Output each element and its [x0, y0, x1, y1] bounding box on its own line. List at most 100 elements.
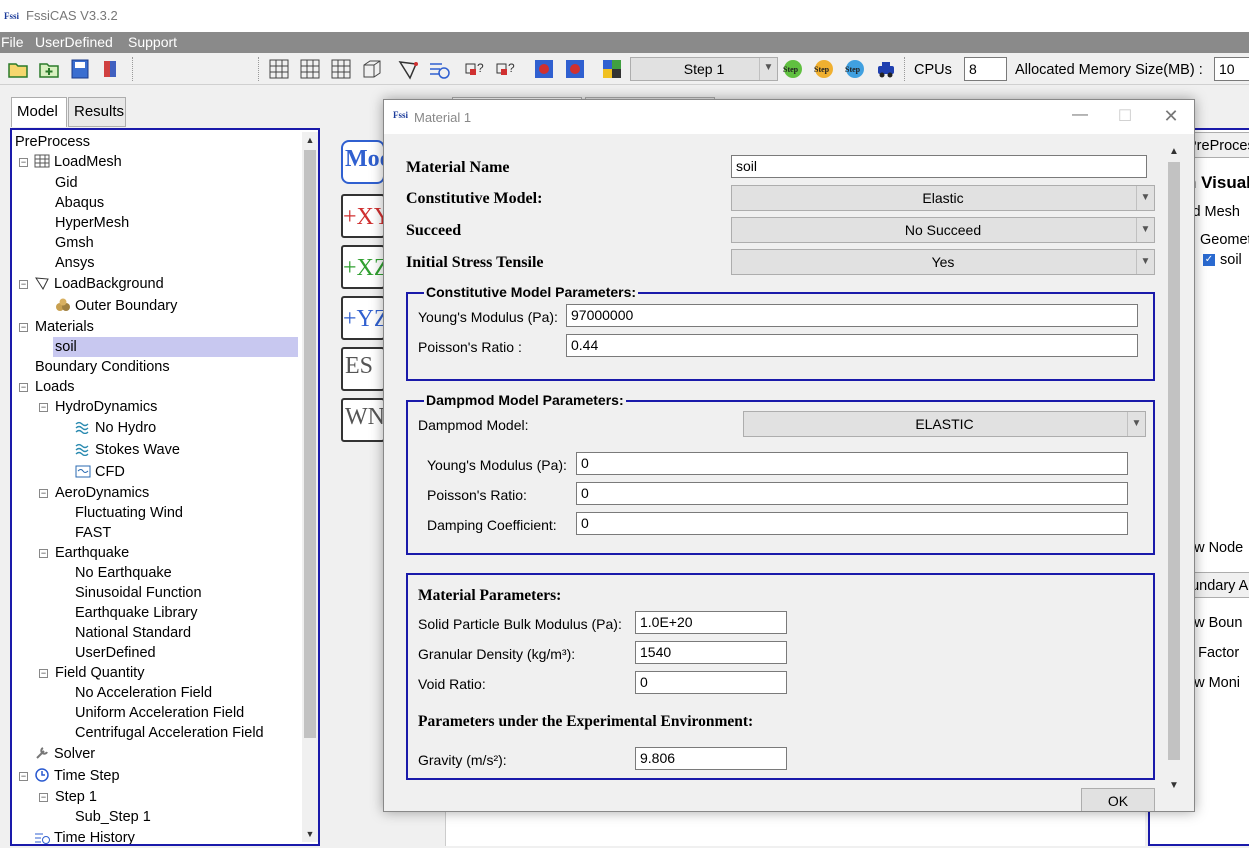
tree-mesh-abaqus[interactable]: Abaqus	[55, 193, 104, 213]
new-folder-icon[interactable]	[38, 58, 60, 80]
damp-poisson-input[interactable]: 0	[576, 482, 1128, 505]
expand-toggle[interactable]: −	[19, 280, 28, 289]
damp-youngs-input[interactable]: 0	[576, 452, 1128, 475]
timeline-icon[interactable]	[428, 58, 450, 80]
grid-icon-2[interactable]	[299, 58, 321, 80]
soil-checkbox[interactable]: ✓	[1203, 254, 1215, 266]
tree-boundary-conditions[interactable]: Boundary Conditions	[35, 357, 170, 377]
tree-time-history[interactable]: Time History	[34, 828, 135, 844]
tree-earthquake[interactable]: Earthquake	[55, 543, 129, 563]
grid-icon-3[interactable]	[330, 58, 352, 80]
tree-outer-boundary[interactable]: Outer Boundary	[55, 296, 177, 316]
model-view-button[interactable]: Mod	[341, 140, 385, 184]
expand-toggle[interactable]: −	[39, 793, 48, 802]
expand-toggle[interactable]: −	[19, 772, 28, 781]
initial-stress-select[interactable]: Yes ▼	[731, 249, 1155, 275]
gravity-input[interactable]: 9.806	[635, 747, 787, 770]
wn-button[interactable]: WN	[341, 398, 385, 442]
menu-userdefined[interactable]: UserDefined	[35, 34, 113, 50]
tree-sinusoidal[interactable]: Sinusoidal Function	[75, 583, 202, 603]
cpus-input[interactable]: 8	[964, 57, 1007, 81]
tree-mesh-gid[interactable]: Gid	[55, 173, 78, 193]
expand-toggle[interactable]: −	[39, 403, 48, 412]
youngs-modulus-input[interactable]: 97000000	[566, 304, 1138, 327]
plane-xy-button[interactable]: +XY	[341, 194, 385, 238]
vehicle-icon[interactable]	[875, 58, 897, 80]
constitutive-model-select[interactable]: Elastic ▼	[731, 185, 1155, 211]
tree-stokes-wave[interactable]: Stokes Wave	[75, 440, 180, 460]
monitor-icon-2[interactable]	[564, 58, 586, 80]
material-name-input[interactable]: soil	[731, 155, 1147, 178]
tree-preprocess[interactable]: PreProcess	[15, 132, 90, 152]
dialog-scrollbar[interactable]: ▲ ▼	[1166, 144, 1182, 804]
close-icon[interactable]: ✕	[1161, 106, 1181, 126]
tree-no-acceleration[interactable]: No Acceleration Field	[75, 683, 212, 703]
menu-support[interactable]: Support	[128, 34, 177, 50]
expand-toggle[interactable]: −	[39, 489, 48, 498]
tree-fast[interactable]: FAST	[75, 523, 111, 543]
tree-no-hydro[interactable]: No Hydro	[75, 418, 156, 438]
tree-earthquake-userdefined[interactable]: UserDefined	[75, 643, 156, 663]
plane-xz-button[interactable]: +XZ	[341, 245, 385, 289]
tree-time-step[interactable]: Time Step	[34, 766, 120, 786]
tab-results[interactable]: Results	[68, 97, 126, 127]
step-green-icon[interactable]: Step	[782, 58, 804, 80]
granular-density-input[interactable]: 1540	[635, 641, 787, 664]
tree-centrifugal-acceleration[interactable]: Centrifugal Acceleration Field	[75, 723, 264, 743]
tab-model[interactable]: Model	[11, 97, 67, 127]
tree-materials[interactable]: Materials	[35, 317, 94, 337]
tree-no-earthquake[interactable]: No Earthquake	[75, 563, 172, 583]
element-query-icon[interactable]: ?	[495, 58, 517, 80]
tree-step-1[interactable]: Step 1	[55, 787, 97, 807]
bulk-modulus-input[interactable]: 1.0E+20	[635, 611, 787, 634]
monitor-icon-1[interactable]	[533, 58, 555, 80]
expand-toggle[interactable]: −	[19, 323, 28, 332]
void-ratio-input[interactable]: 0	[635, 671, 787, 694]
ok-button[interactable]: OK	[1081, 788, 1155, 811]
expand-toggle[interactable]: −	[19, 158, 28, 167]
tree-mesh-ansys[interactable]: Ansys	[55, 253, 95, 273]
tree-earthquake-library[interactable]: Earthquake Library	[75, 603, 198, 623]
material-params-group: Material Parameters: Solid Particle Bulk…	[406, 573, 1155, 780]
expand-toggle[interactable]: −	[19, 383, 28, 392]
damping-coefficient-input[interactable]: 0	[576, 512, 1128, 535]
tree-scrollbar[interactable]: ▲ ▼	[302, 132, 318, 842]
minimize-icon[interactable]: —	[1070, 106, 1090, 126]
dampmod-model-select[interactable]: ELASTIC ▼	[743, 411, 1146, 437]
expand-toggle[interactable]: −	[39, 549, 48, 558]
tree-loads[interactable]: Loads	[35, 377, 75, 397]
color-palette-icon[interactable]	[601, 58, 623, 80]
step-orange-icon[interactable]: Step	[813, 58, 835, 80]
polygon-icon[interactable]	[397, 58, 419, 80]
book-icon[interactable]	[100, 58, 122, 80]
memory-input[interactable]: 10	[1214, 57, 1249, 81]
tree-cfd[interactable]: CFD	[75, 462, 125, 482]
plane-yz-button[interactable]: +YZ	[341, 296, 385, 340]
es-button[interactable]: ES	[341, 347, 385, 391]
menu-file[interactable]: File	[1, 34, 24, 50]
poisson-ratio-input[interactable]: 0.44	[566, 334, 1138, 357]
tree-solver[interactable]: Solver	[34, 744, 95, 764]
tree-mesh-gmsh[interactable]: Gmsh	[55, 233, 94, 253]
tree-aerodynamics[interactable]: AeroDynamics	[55, 483, 149, 503]
tree-hydrodynamics[interactable]: HydroDynamics	[55, 397, 157, 417]
open-folder-icon[interactable]	[7, 58, 29, 80]
step-select[interactable]: Step 1 ▼	[630, 57, 778, 81]
tree-field-quantity[interactable]: Field Quantity	[55, 663, 144, 683]
tree-uniform-acceleration[interactable]: Uniform Acceleration Field	[75, 703, 244, 723]
grid-icon-1[interactable]	[268, 58, 290, 80]
tree-fluctuating-wind[interactable]: Fluctuating Wind	[75, 503, 183, 523]
succeed-select[interactable]: No Succeed ▼	[731, 217, 1155, 243]
tree-sub-step-1[interactable]: Sub_Step 1	[75, 807, 151, 827]
tree-national-standard[interactable]: National Standard	[75, 623, 191, 643]
maximize-icon[interactable]: ☐	[1115, 106, 1135, 126]
tree-loadmesh[interactable]: LoadMesh	[34, 152, 122, 172]
tree-mesh-hypermesh[interactable]: HyperMesh	[55, 213, 129, 233]
mesh-cube-icon[interactable]	[361, 58, 383, 80]
save-icon[interactable]	[69, 58, 91, 80]
expand-toggle[interactable]: −	[39, 669, 48, 678]
tree-loadbackground[interactable]: LoadBackground	[34, 274, 164, 294]
tree-material-soil[interactable]: soil	[53, 337, 298, 357]
step-blue-icon[interactable]: Step	[844, 58, 866, 80]
node-query-icon[interactable]: ?	[464, 58, 486, 80]
